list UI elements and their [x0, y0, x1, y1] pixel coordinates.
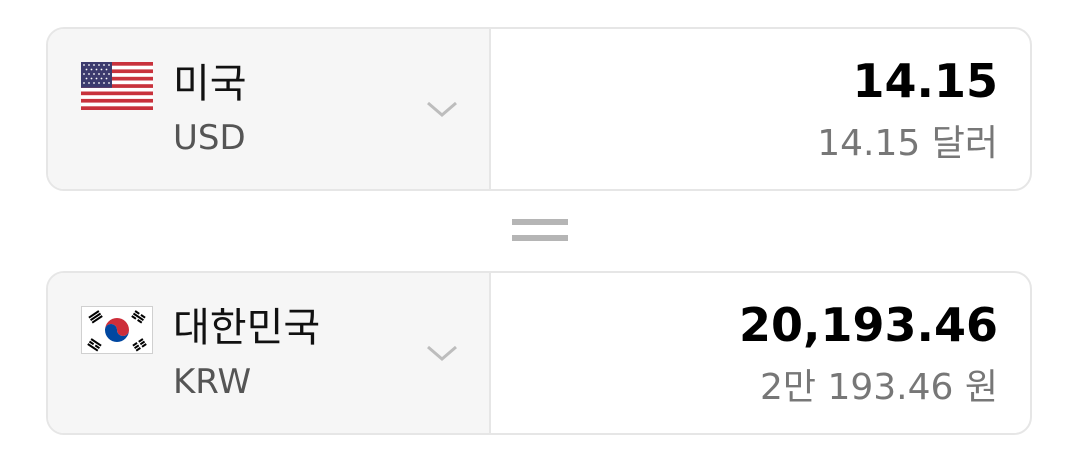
chevron-down-icon[interactable] — [424, 97, 460, 121]
from-amount-value: 14.15 — [852, 54, 998, 108]
from-amount-words: 14.15 달러 — [817, 123, 998, 164]
to-currency-row: 대한민국 KRW 20,193.46 2만 193.46 원 — [46, 271, 1032, 435]
to-currency-code: KRW — [173, 362, 252, 402]
from-currency-row: 미국 USD 14.15 14.15 달러 — [46, 27, 1032, 191]
currency-converter: 미국 USD 14.15 14.15 달러 대한민국 KRW 20,193.46… — [0, 0, 1080, 449]
to-currency-select[interactable]: 대한민국 KRW — [48, 273, 491, 433]
to-amount-words: 2만 193.46 원 — [760, 367, 998, 408]
from-country-name: 미국 — [173, 61, 247, 107]
equals-icon — [512, 219, 568, 245]
to-amount-field[interactable]: 20,193.46 2만 193.46 원 — [491, 273, 1030, 433]
to-amount-value: 20,193.46 — [739, 298, 998, 352]
to-country-name: 대한민국 — [173, 305, 321, 351]
chevron-down-icon[interactable] — [424, 341, 460, 365]
from-amount-field[interactable]: 14.15 14.15 달러 — [491, 29, 1030, 189]
kr-flag-icon — [81, 306, 153, 354]
from-currency-select[interactable]: 미국 USD — [48, 29, 491, 189]
from-currency-code: USD — [173, 118, 246, 158]
us-flag-icon — [81, 62, 153, 110]
